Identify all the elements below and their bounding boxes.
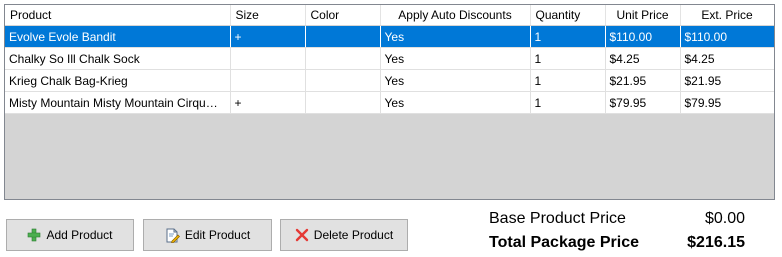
cell-quantity[interactable]: 1 (530, 25, 606, 48)
products-table: Product Size Color Apply Auto Discounts … (5, 5, 774, 114)
cell-size[interactable] (230, 69, 306, 92)
cell-apply-auto-discounts[interactable]: Yes (380, 69, 531, 92)
add-product-label: Add Product (46, 228, 113, 242)
edit-product-button[interactable]: Edit Product (143, 219, 272, 251)
column-header-product[interactable]: Product (5, 5, 231, 26)
column-header-quantity[interactable]: Quantity (530, 5, 606, 26)
cell-color[interactable] (305, 69, 381, 92)
cell-quantity[interactable]: 1 (530, 47, 606, 70)
header-row: Product Size Color Apply Auto Discounts … (5, 5, 774, 26)
column-header-ext-price[interactable]: Ext. Price (680, 5, 774, 26)
cell-size[interactable]: + (230, 91, 306, 114)
column-header-color[interactable]: Color (305, 5, 381, 26)
cell-color[interactable] (305, 25, 381, 48)
column-header-apply-auto-discounts[interactable]: Apply Auto Discounts (380, 5, 531, 26)
table-row[interactable]: Misty Mountain Misty Mountain Cirqu… + Y… (5, 91, 774, 114)
products-grid[interactable]: Product Size Color Apply Auto Discounts … (4, 4, 775, 200)
cell-color[interactable] (305, 91, 381, 114)
cell-size[interactable] (230, 47, 306, 70)
cell-product[interactable]: Chalky So Ill Chalk Sock (5, 47, 231, 70)
delete-product-button[interactable]: Delete Product (280, 219, 408, 251)
cell-unit-price[interactable]: $21.95 (605, 69, 681, 92)
table-row[interactable]: Chalky So Ill Chalk Sock Yes 1 $4.25 $4.… (5, 47, 774, 70)
cell-ext-price[interactable]: $21.95 (680, 69, 774, 92)
cell-quantity[interactable]: 1 (530, 69, 606, 92)
delete-product-label: Delete Product (313, 228, 394, 242)
cell-apply-auto-discounts[interactable]: Yes (380, 47, 531, 70)
cell-apply-auto-discounts[interactable]: Yes (380, 91, 531, 114)
cell-size[interactable]: + (230, 25, 306, 48)
cell-color[interactable] (305, 47, 381, 70)
cell-ext-price[interactable]: $4.25 (680, 47, 774, 70)
base-product-price-label: Base Product Price (489, 210, 626, 227)
red-x-icon (295, 228, 309, 242)
add-product-button[interactable]: Add Product (6, 219, 134, 251)
edit-document-icon (165, 228, 180, 243)
cell-product[interactable]: Evolve Evole Bandit (5, 25, 231, 48)
cell-ext-price[interactable]: $110.00 (680, 25, 774, 48)
cell-unit-price[interactable]: $79.95 (605, 91, 681, 114)
table-row[interactable]: Evolve Evole Bandit + Yes 1 $110.00 $110… (5, 25, 774, 48)
cell-apply-auto-discounts[interactable]: Yes (380, 25, 531, 48)
total-package-price-label: Total Package Price (489, 234, 639, 251)
cell-product[interactable]: Misty Mountain Misty Mountain Cirqu… (5, 91, 231, 114)
table-row[interactable]: Krieg Chalk Bag-Krieg Yes 1 $21.95 $21.9… (5, 69, 774, 92)
base-product-price-value: $0.00 (704, 210, 745, 227)
cell-quantity[interactable]: 1 (530, 91, 606, 114)
package-products-panel: Product Size Color Apply Auto Discounts … (0, 0, 782, 257)
cell-ext-price[interactable]: $79.95 (680, 91, 774, 114)
plus-icon (27, 228, 41, 242)
cell-unit-price[interactable]: $4.25 (605, 47, 681, 70)
edit-product-label: Edit Product (184, 228, 251, 242)
cell-product[interactable]: Krieg Chalk Bag-Krieg (5, 69, 231, 92)
total-package-price-value: $216.15 (687, 234, 745, 251)
column-header-unit-price[interactable]: Unit Price (605, 5, 681, 26)
cell-unit-price[interactable]: $110.00 (605, 25, 681, 48)
column-header-size[interactable]: Size (230, 5, 306, 26)
